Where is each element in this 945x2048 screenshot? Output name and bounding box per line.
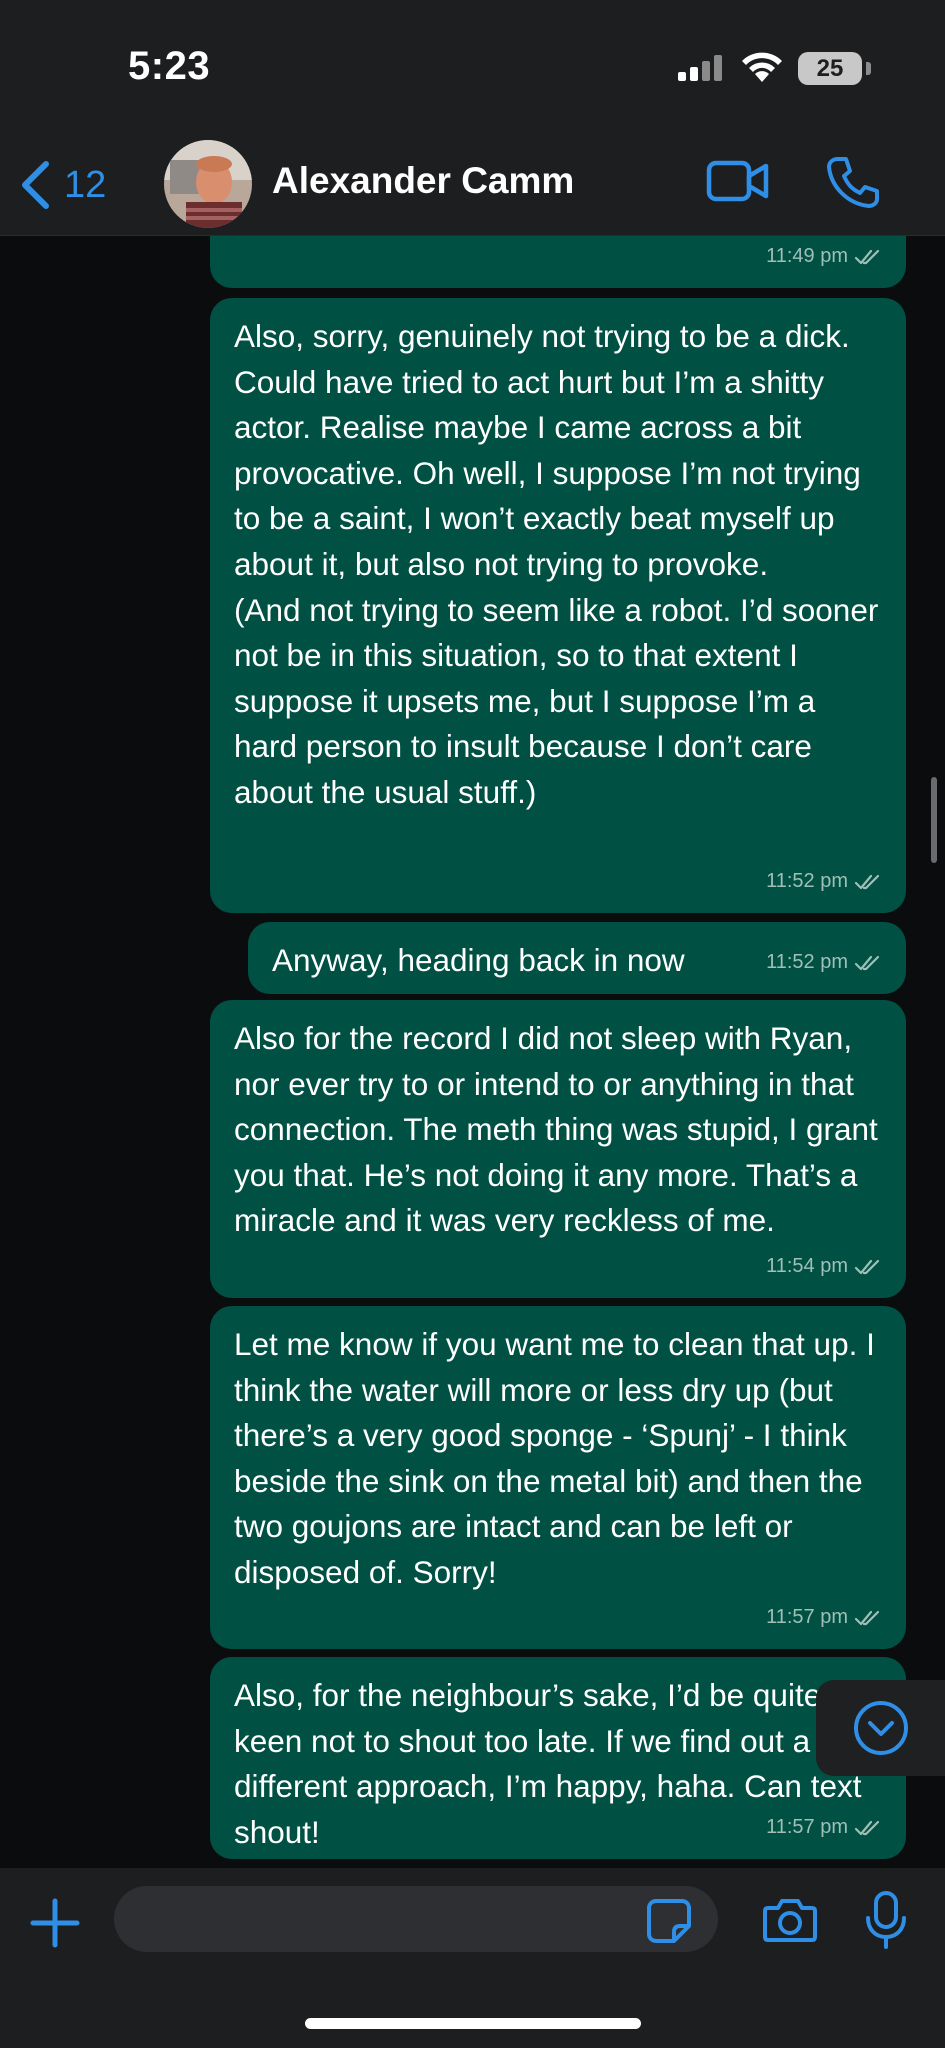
message-bubble[interactable]: Also, for the neighbour’s sake, I’d be q… bbox=[210, 1657, 906, 1859]
message-text: Let me know if you want me to clean that… bbox=[234, 1326, 884, 1590]
contact-name[interactable]: Alexander Camm bbox=[272, 160, 574, 202]
double-check-icon bbox=[854, 250, 880, 265]
message-text: Also, sorry, genuinely not trying to be … bbox=[234, 318, 879, 810]
back-button[interactable]: 12 bbox=[18, 157, 106, 213]
battery-indicator: 25 bbox=[798, 52, 862, 85]
double-check-icon bbox=[854, 1260, 880, 1275]
scrollbar-thumb[interactable] bbox=[931, 777, 937, 863]
home-indicator[interactable] bbox=[305, 2018, 641, 2029]
double-check-icon bbox=[854, 1611, 880, 1626]
message-bubble[interactable]: Let me know if you want me to clean that… bbox=[210, 1306, 906, 1649]
double-check-icon bbox=[854, 956, 880, 971]
camera-icon[interactable] bbox=[762, 1896, 818, 1944]
status-time: 5:23 bbox=[128, 44, 211, 88]
message-time: 11:57 pm bbox=[766, 1816, 848, 1839]
message-meta: 11:57 pm bbox=[766, 1805, 884, 1851]
video-call-icon[interactable] bbox=[706, 157, 770, 205]
message-bubble[interactable]: Also for the record I did not sleep with… bbox=[210, 1000, 906, 1298]
contact-avatar[interactable] bbox=[164, 140, 252, 228]
message-meta: 11:49 pm bbox=[766, 236, 884, 280]
message-time: 11:57 pm bbox=[766, 1606, 848, 1629]
message-time: 11:52 pm bbox=[766, 870, 848, 893]
phone-call-icon[interactable] bbox=[826, 155, 880, 209]
message-meta: 11:57 pm bbox=[766, 1595, 884, 1641]
message-time: 11:52 pm bbox=[766, 951, 848, 974]
message-meta: 11:54 pm bbox=[766, 1244, 884, 1290]
unread-count: 12 bbox=[64, 163, 107, 206]
chevron-left-icon bbox=[22, 161, 49, 209]
message-list[interactable]: 11:49 pm Also, sorry, genuinely not tryi… bbox=[0, 236, 945, 1868]
message-time: 11:54 pm bbox=[766, 1255, 848, 1278]
message-text: Also for the record I did not sleep with… bbox=[234, 1020, 887, 1239]
status-bar: 5:23 25 bbox=[0, 0, 945, 135]
plus-icon[interactable] bbox=[30, 1898, 80, 1948]
chevron-down-circle-icon bbox=[853, 1701, 908, 1755]
message-time: 11:49 pm bbox=[766, 245, 848, 268]
message-input[interactable] bbox=[114, 1886, 718, 1952]
cellular-signal-icon bbox=[678, 55, 722, 81]
message-bubble[interactable]: 11:49 pm bbox=[210, 236, 906, 288]
double-check-icon bbox=[854, 875, 880, 890]
avatar-photo bbox=[164, 140, 252, 228]
microphone-icon[interactable] bbox=[864, 1890, 908, 1950]
message-bubble[interactable]: Also, sorry, genuinely not trying to be … bbox=[210, 298, 906, 913]
composer-bar bbox=[0, 1868, 945, 2048]
message-bubble[interactable]: Anyway, heading back in now 11:52 pm bbox=[248, 922, 906, 994]
message-meta: 11:52 pm bbox=[766, 859, 884, 905]
battery-nub bbox=[866, 62, 871, 75]
double-check-icon bbox=[854, 1821, 880, 1836]
chat-header: 12 Alexander Camm bbox=[0, 135, 945, 236]
scroll-to-bottom-button[interactable] bbox=[816, 1680, 945, 1776]
message-meta: 11:52 pm bbox=[766, 940, 884, 986]
sticker-icon[interactable] bbox=[646, 1898, 692, 1944]
wifi-icon bbox=[742, 52, 782, 82]
